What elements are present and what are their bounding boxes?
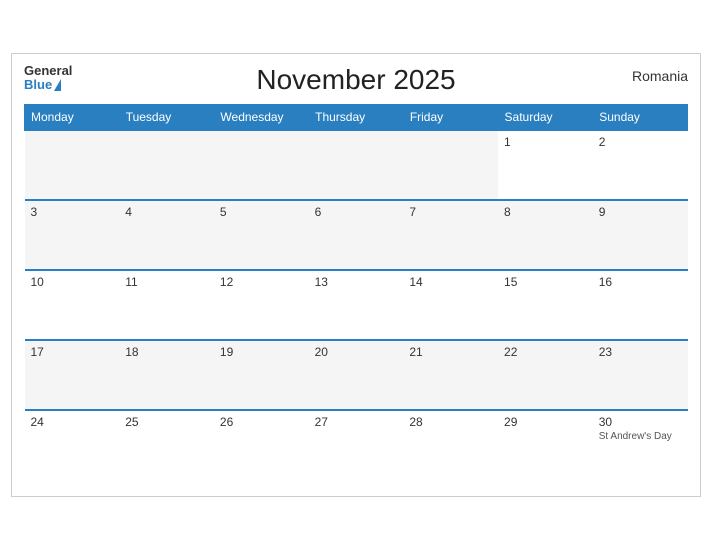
calendar-header: General Blue November 2025 Romania [24,64,688,96]
day-number-15: 15 [504,275,587,289]
header-tuesday: Tuesday [119,105,214,131]
calendar-cell-w1-d4: 7 [403,200,498,270]
calendar-cell-w2-d1: 11 [119,270,214,340]
day-number-25: 25 [125,415,208,429]
day-number-16: 16 [599,275,682,289]
day-number-2: 2 [599,135,682,149]
calendar-cell-w3-d1: 18 [119,340,214,410]
calendar-cell-w0-d5: 1 [498,130,593,200]
day-number-21: 21 [409,345,492,359]
day-number-7: 7 [409,205,492,219]
calendar-cell-w0-d4 [403,130,498,200]
header-sunday: Sunday [593,105,688,131]
day-number-28: 28 [409,415,492,429]
calendar-cell-w3-d6: 23 [593,340,688,410]
day-number-5: 5 [220,205,303,219]
country-label: Romania [632,68,688,84]
calendar-container: General Blue November 2025 Romania Monda… [11,53,701,497]
day-number-29: 29 [504,415,587,429]
logo-triangle-icon [54,79,61,91]
week-row-0: 12 [25,130,688,200]
calendar-cell-w1-d6: 9 [593,200,688,270]
logo: General Blue [24,64,72,93]
calendar-cell-w0-d6: 2 [593,130,688,200]
day-number-17: 17 [31,345,114,359]
day-number-3: 3 [31,205,114,219]
day-number-10: 10 [31,275,114,289]
calendar-cell-w0-d2 [214,130,309,200]
day-number-13: 13 [315,275,398,289]
logo-blue-text: Blue [24,78,52,92]
calendar-cell-w0-d0 [25,130,120,200]
calendar-cell-w2-d6: 16 [593,270,688,340]
day-number-24: 24 [31,415,114,429]
day-number-6: 6 [315,205,398,219]
day-number-22: 22 [504,345,587,359]
calendar-cell-w2-d4: 14 [403,270,498,340]
calendar-cell-w0-d1 [119,130,214,200]
calendar-cell-w3-d4: 21 [403,340,498,410]
calendar-cell-w0-d3 [309,130,404,200]
day-number-12: 12 [220,275,303,289]
calendar-cell-w2-d3: 13 [309,270,404,340]
calendar-cell-w3-d5: 22 [498,340,593,410]
calendar-cell-w1-d0: 3 [25,200,120,270]
calendar-cell-w4-d1: 25 [119,410,214,480]
calendar-cell-w1-d3: 6 [309,200,404,270]
calendar-cell-w4-d2: 26 [214,410,309,480]
calendar-cell-w4-d5: 29 [498,410,593,480]
day-number-23: 23 [599,345,682,359]
calendar-title: November 2025 [256,64,455,96]
header-saturday: Saturday [498,105,593,131]
day-number-19: 19 [220,345,303,359]
calendar-cell-w3-d2: 19 [214,340,309,410]
week-row-4: 24 25 26 27 28 29 30 St Andrew's Day [25,410,688,480]
day-number-27: 27 [315,415,398,429]
calendar-cell-w1-d5: 8 [498,200,593,270]
header-friday: Friday [403,105,498,131]
calendar-cell-w1-d1: 4 [119,200,214,270]
logo-general-text: General [24,64,72,78]
day-number-30: 30 [599,415,682,429]
day-number-4: 4 [125,205,208,219]
calendar-cell-w4-d6: 30 St Andrew's Day [593,410,688,480]
day-number-8: 8 [504,205,587,219]
day-number-26: 26 [220,415,303,429]
day-number-20: 20 [315,345,398,359]
header-wednesday: Wednesday [214,105,309,131]
day-number-9: 9 [599,205,682,219]
header-monday: Monday [25,105,120,131]
day-number-18: 18 [125,345,208,359]
week-row-1: 3456789 [25,200,688,270]
calendar-cell-w4-d4: 28 [403,410,498,480]
calendar-cell-w1-d2: 5 [214,200,309,270]
day-number-1: 1 [504,135,587,149]
weekday-header-row: Monday Tuesday Wednesday Thursday Friday… [25,105,688,131]
day-number-11: 11 [125,275,208,289]
calendar-cell-w4-d0: 24 [25,410,120,480]
calendar-cell-w3-d0: 17 [25,340,120,410]
day-number-14: 14 [409,275,492,289]
calendar-cell-w4-d3: 27 [309,410,404,480]
week-row-2: 10 11 12 13 14 15 16 [25,270,688,340]
calendar-cell-w2-d0: 10 [25,270,120,340]
header-thursday: Thursday [309,105,404,131]
calendar-cell-w2-d5: 15 [498,270,593,340]
calendar-cell-w3-d3: 20 [309,340,404,410]
calendar-table: Monday Tuesday Wednesday Thursday Friday… [24,104,688,480]
week-row-3: 17 18 19 20 21 22 23 [25,340,688,410]
calendar-cell-w2-d2: 12 [214,270,309,340]
day-event-30: St Andrew's Day [599,431,682,442]
